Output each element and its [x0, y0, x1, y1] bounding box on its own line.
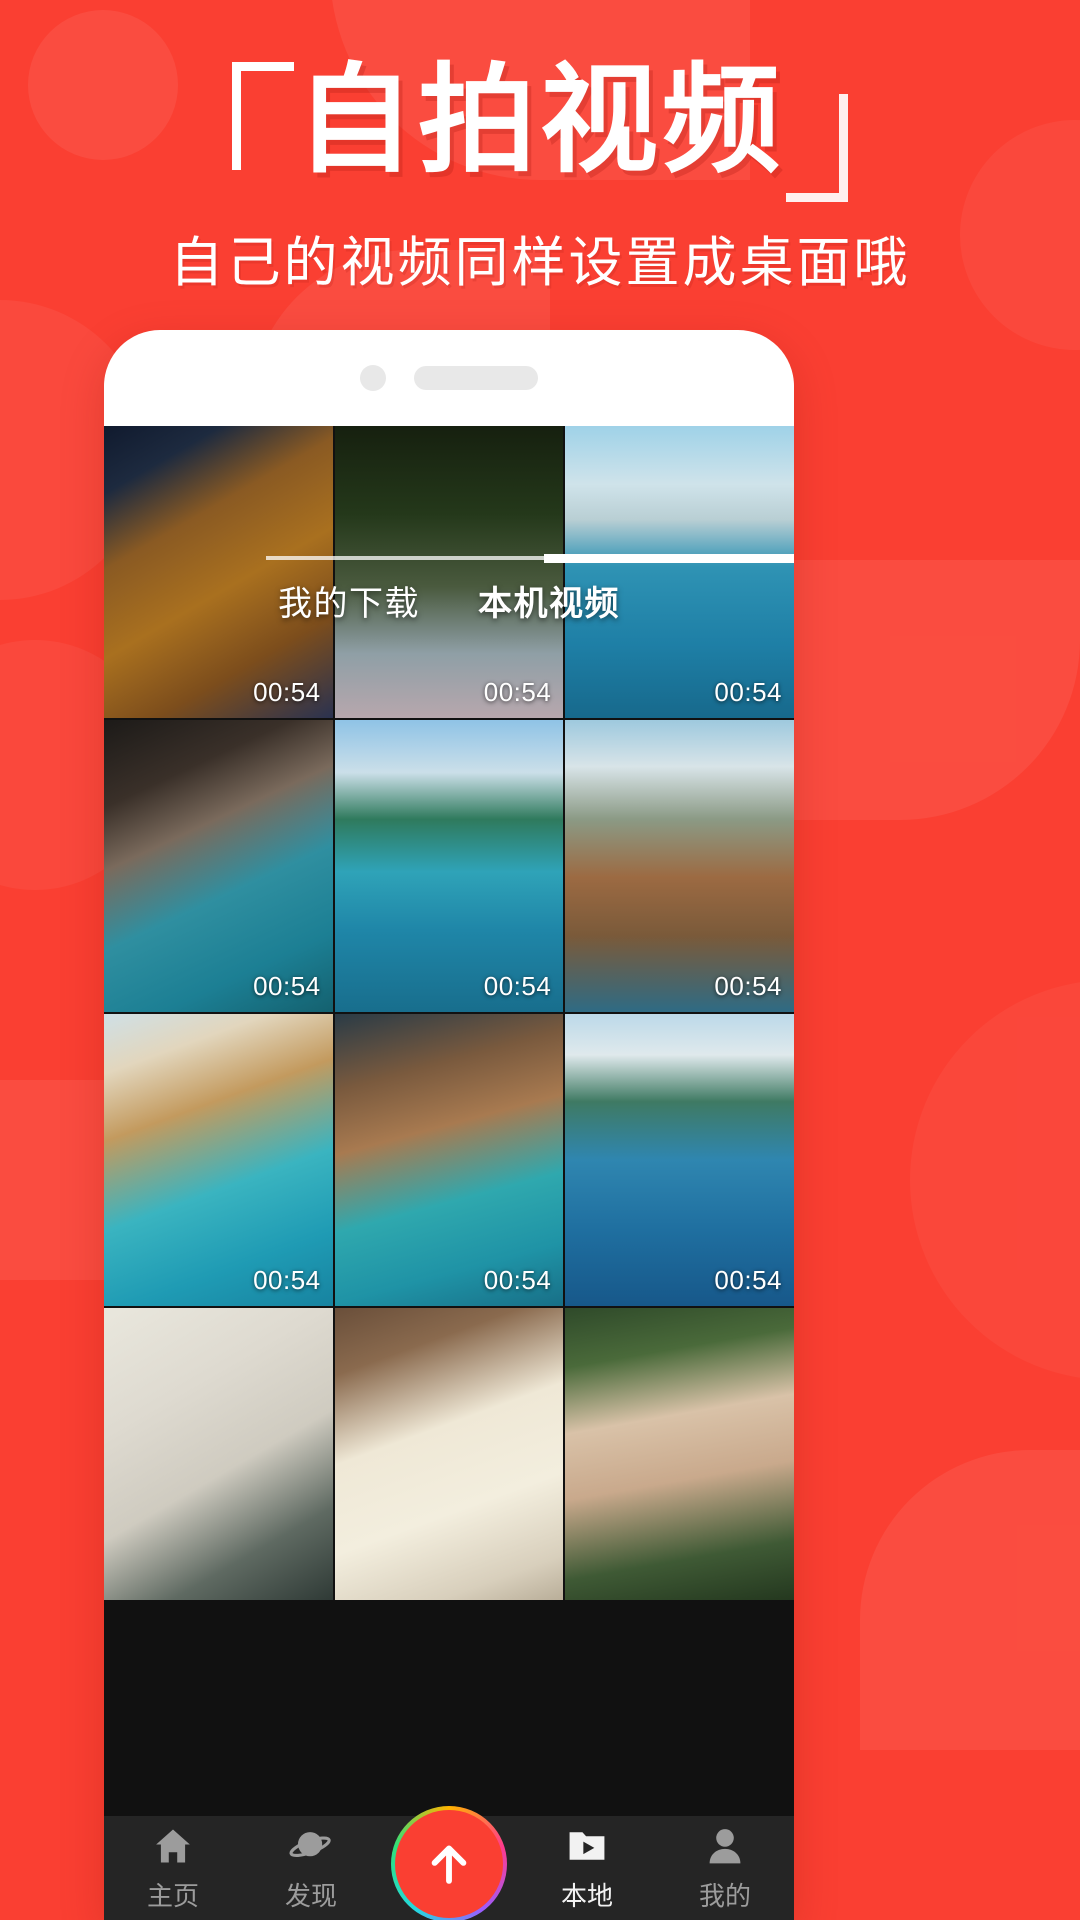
video-thumbnail-cell[interactable]: 00:54	[334, 1014, 564, 1306]
video-duration-badge: 00:54	[714, 1265, 782, 1295]
video-duration-badge: 00:54	[253, 1265, 321, 1295]
video-thumbnail-image	[104, 1308, 333, 1600]
tab-label: 我的下载	[278, 585, 420, 623]
video-duration-badge: 00:54	[483, 1265, 552, 1295]
video-thumbnail-image	[565, 1014, 794, 1306]
nav-label-local: 本地	[560, 1880, 613, 1911]
video-thumbnail-cell[interactable]	[565, 1308, 794, 1600]
nav-item-local[interactable]: 本地	[518, 1824, 656, 1913]
speaker-grille-icon	[414, 366, 538, 390]
page-subtitle: 自己的视频同样设置成桌面哦	[169, 232, 911, 293]
tab-row: 我的下载 本机视频	[104, 572, 794, 629]
video-duration-badge: 00:54	[714, 677, 782, 707]
folder-play-icon	[569, 1831, 605, 1860]
tab-label: 本机视频	[478, 585, 620, 623]
video-thumbnail-cell[interactable]: 00:54	[104, 1014, 333, 1306]
person-icon	[709, 1828, 741, 1863]
nav-item-profile[interactable]: 我的	[656, 1824, 794, 1913]
corner-bracket-close-icon	[786, 93, 848, 202]
nav-label-discover: 发现	[284, 1880, 337, 1911]
video-thumbnail-image	[334, 1014, 564, 1306]
video-thumbnail-cell[interactable]: 00:54	[334, 720, 564, 1012]
tab-active-indicator	[544, 554, 794, 563]
page-title: 自拍视频	[295, 55, 784, 187]
nav-item-home[interactable]: 主页	[104, 1824, 242, 1913]
phone-mockup: 00:54 00:54 00:54 00:54 00:54 00:54 00:54 00:54…	[104, 330, 794, 1920]
video-duration-badge: 00:54	[483, 677, 552, 707]
phone-screen: 00:54 00:54 00:54 00:54 00:54 00:54 00:54 00:54…	[104, 426, 794, 1920]
corner-bracket-open-icon	[231, 62, 294, 170]
title-wrapper: 自拍视频	[226, 48, 854, 202]
video-thumbnail-image	[565, 1308, 794, 1600]
bottom-navigation-bar: 主页 发现 本地 我的	[104, 1806, 794, 1920]
video-thumbnail-cell[interactable]: 00:54	[104, 720, 333, 1012]
video-duration-badge: 00:54	[714, 971, 782, 1001]
video-duration-badge: 00:54	[483, 971, 552, 1001]
tab-bar: 我的下载 本机视频	[104, 426, 794, 629]
video-thumbnail-cell[interactable]: 00:54	[565, 720, 794, 1012]
camera-dot-icon	[360, 365, 386, 391]
phone-top-bezel	[104, 330, 794, 426]
upload-button[interactable]	[395, 1810, 503, 1918]
video-thumbnail-cell[interactable]: 00:54	[565, 1014, 794, 1306]
tab-1[interactable]: 本机视频	[472, 572, 626, 629]
video-thumbnail-cell[interactable]	[334, 1308, 564, 1600]
video-thumbnail-image	[565, 720, 794, 1012]
video-duration-badge: 00:54	[253, 971, 321, 1001]
tab-0[interactable]: 我的下载	[272, 572, 426, 629]
arrow-up-icon	[431, 1845, 467, 1884]
nav-label-home: 主页	[146, 1880, 199, 1911]
video-thumbnail-image	[104, 1014, 333, 1306]
planet-icon	[289, 1831, 331, 1857]
promo-header: 自拍视频 自己的视频同样设置成桌面哦	[0, 0, 1080, 297]
nav-item-discover[interactable]: 发现	[242, 1824, 380, 1913]
video-duration-badge: 00:54	[253, 677, 321, 707]
video-thumbnail-image	[104, 720, 333, 1012]
video-thumbnail-image	[334, 1308, 564, 1600]
video-thumbnail-cell[interactable]	[104, 1308, 333, 1600]
video-thumbnail-image	[334, 720, 564, 1012]
home-icon	[156, 1829, 190, 1862]
nav-label-profile: 我的	[698, 1880, 751, 1911]
